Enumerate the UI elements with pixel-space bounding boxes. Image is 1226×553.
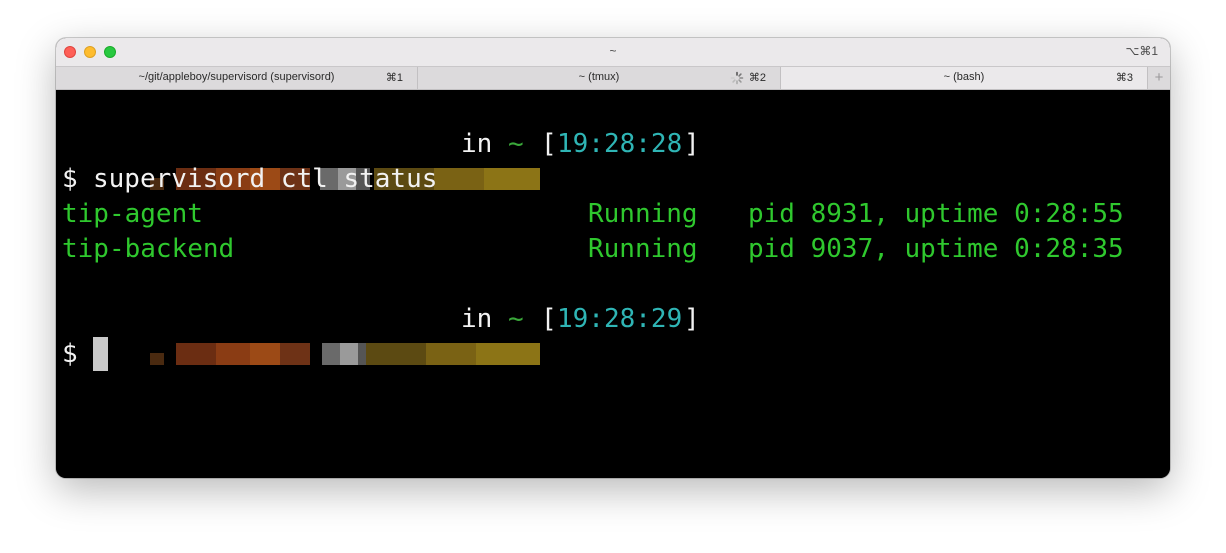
tab-label: ~ (tmux) — [578, 71, 620, 83]
tab-bar: ~/git/appleboy/supervisord (supervisord)… — [56, 66, 1170, 90]
title-bar: ~ ⌥⌘1 — [56, 38, 1170, 66]
prompt-bracket-open: [ — [541, 129, 557, 159]
tab-shortcut: ⌘2 — [748, 72, 766, 84]
tab-label: ~ (bash) — [943, 71, 985, 83]
prompt-time: 19:28:29 — [557, 304, 683, 334]
tab-supervisord[interactable]: ~/git/appleboy/supervisord (supervisord)… — [56, 67, 418, 89]
tab-tmux[interactable]: ~ (tmux) ⌘2 — [418, 67, 781, 89]
terminal-window: ~ ⌥⌘1 ~/git/appleboy/supervisord (superv… — [56, 38, 1170, 478]
window-shortcut: ⌥⌘1 — [1125, 44, 1158, 58]
prompt-bracket-close: ] — [684, 304, 700, 334]
prompt-bracket-close: ] — [684, 129, 700, 159]
prompt-in: in — [461, 129, 493, 159]
prompt-bracket-open: [ — [541, 304, 557, 334]
input-prompt-symbol: $ — [62, 339, 78, 369]
prompt-in: in — [461, 304, 493, 334]
redacted-hostname — [149, 343, 540, 365]
command-text: supervisord ctl status — [93, 164, 438, 194]
process-info: pid 8931, uptime 0:28:55 — [748, 199, 1124, 229]
activity-spinner-icon — [730, 71, 744, 85]
command-prompt-symbol: $ — [62, 164, 78, 194]
process-name: tip-agent — [62, 199, 203, 229]
process-state: Running — [588, 199, 698, 229]
process-info: pid 9037, uptime 0:28:35 — [748, 234, 1124, 264]
window-title: ~ — [609, 44, 617, 58]
tab-bash[interactable]: ~ (bash) ⌘3 — [781, 67, 1148, 89]
new-tab-button[interactable]: + — [1148, 67, 1170, 89]
process-name: tip-backend — [62, 234, 235, 264]
tab-shortcut: ⌘3 — [1115, 72, 1133, 84]
prompt-tilde: ~ — [508, 304, 524, 334]
tab-label: ~/git/appleboy/supervisord (supervisord) — [138, 71, 335, 83]
tab-shortcut: ⌘1 — [385, 72, 403, 84]
text-cursor — [93, 337, 108, 371]
prompt-time: 19:28:28 — [557, 129, 683, 159]
process-state: Running — [588, 234, 698, 264]
prompt-tilde: ~ — [508, 129, 524, 159]
terminal-output[interactable]: in ~ [ 19:28:28 ] $ supervisord ctl stat… — [56, 90, 1170, 478]
